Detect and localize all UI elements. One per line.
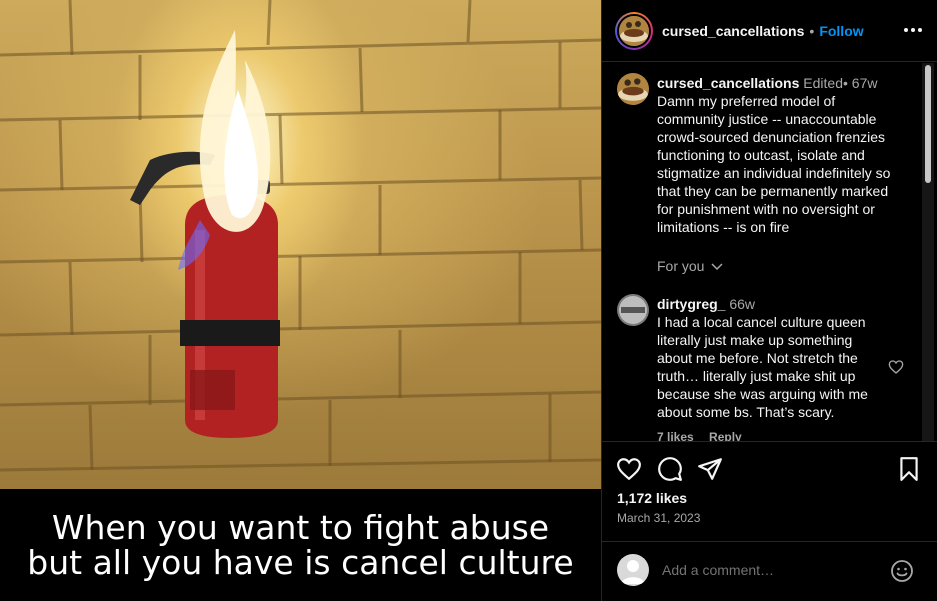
meme-caption: When you want to fight abuse but all you… — [27, 508, 574, 582]
follow-button[interactable]: Follow — [819, 23, 863, 39]
comment-age[interactable]: 67w — [852, 75, 878, 91]
post-media: When you want to fight abuse but all you… — [0, 0, 601, 601]
bookmark-icon[interactable] — [896, 456, 922, 482]
post-side-panel: cursed_cancellations • Follow cursed_can… — [601, 0, 937, 601]
post-photo — [0, 0, 601, 489]
separator-dot: • — [843, 75, 848, 91]
author-username[interactable]: cursed_cancellations — [662, 23, 804, 39]
comments-scrollbar[interactable] — [922, 63, 934, 441]
author-avatar[interactable] — [615, 11, 653, 50]
scrollbar-thumb[interactable] — [925, 65, 931, 183]
current-user-avatar — [617, 554, 649, 586]
comment-bubble-icon[interactable] — [657, 456, 683, 482]
paper-plane-icon[interactable] — [697, 456, 723, 482]
author-avatar-image — [617, 13, 651, 48]
separator-dot: • — [809, 22, 815, 39]
comment-likes[interactable]: 7 likes — [657, 430, 694, 441]
comment-username[interactable]: cursed_cancellations — [657, 75, 799, 91]
reply-button[interactable]: Reply — [709, 430, 742, 441]
comment-heart-icon[interactable] — [888, 359, 904, 375]
comment-age[interactable]: 66w — [729, 296, 755, 312]
post-action-bar: 1,172 likes March 31, 2023 — [602, 441, 937, 541]
for-you-dropdown[interactable]: For you — [657, 258, 723, 274]
add-comment-input[interactable] — [662, 559, 882, 581]
comment-username[interactable]: dirtygreg_ — [657, 296, 725, 312]
post-header: cursed_cancellations • Follow — [602, 0, 937, 62]
caption-comment: cursed_cancellations Edited• 67w Damn my… — [657, 74, 897, 236]
comment-avatar[interactable] — [617, 73, 649, 105]
caption-band: When you want to fight abuse but all you… — [0, 489, 601, 601]
for-you-label: For you — [657, 258, 705, 274]
post-date[interactable]: March 31, 2023 — [617, 511, 700, 525]
likes-count[interactable]: 1,172 likes — [617, 490, 687, 506]
heart-icon[interactable] — [616, 456, 642, 482]
comment-avatar[interactable] — [617, 294, 649, 326]
comment-text: I had a local cancel culture queen liter… — [657, 314, 868, 420]
comments-list[interactable]: cursed_cancellations Edited• 67w Damn my… — [602, 63, 937, 441]
add-comment-bar — [602, 541, 937, 601]
edited-label: Edited — [803, 75, 843, 91]
burning-fire-extinguisher-image — [0, 0, 601, 472]
comment-text: Damn my preferred model of community jus… — [657, 93, 891, 235]
more-options-icon[interactable] — [903, 20, 923, 40]
reply-comment: dirtygreg_ 66w I had a local cancel cult… — [657, 295, 877, 421]
comment-actions: 7 likes Reply — [657, 430, 754, 441]
emoji-icon[interactable] — [890, 559, 914, 583]
chevron-down-icon — [711, 263, 723, 271]
